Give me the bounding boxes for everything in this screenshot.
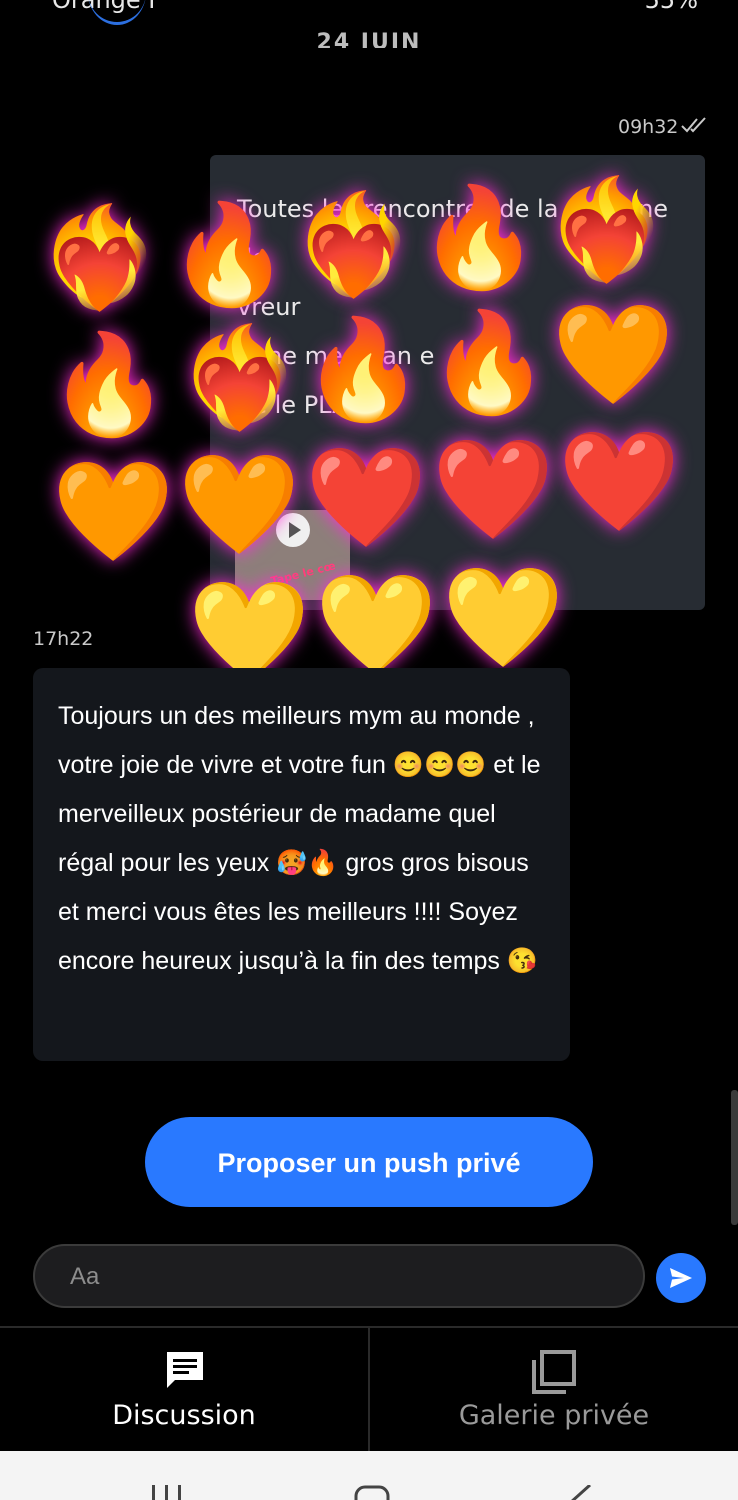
send-button[interactable] [656,1253,706,1303]
gallery-icon [532,1350,576,1394]
play-icon[interactable] [276,513,310,547]
orange-heart-emoji: 🧡 [52,455,175,569]
recent-apps-icon[interactable] [150,1485,184,1500]
back-icon[interactable] [560,1485,594,1500]
tab-discussion-label: Discussion [112,1400,256,1431]
incoming-message-bubble[interactable]: Toujours un des meilleurs mym au monde ,… [33,668,570,1061]
system-navigation-bar [0,1451,738,1500]
message-composer[interactable] [33,1244,645,1308]
outgoing-message-text: Toutes les rencontres de la semaine do v… [237,195,669,419]
double-check-icon [681,117,706,133]
message-time-outgoing: 09h32 [618,116,679,138]
avatar[interactable] [88,0,146,25]
chat-icon [167,1352,203,1388]
heart-on-fire-emoji: ❤️‍🔥 [38,201,161,315]
send-icon [670,1268,692,1288]
propose-private-push-button[interactable]: Proposer un push privé [145,1117,593,1207]
bottom-tab-bar: Discussion Galerie privée [0,1326,738,1453]
tab-private-gallery[interactable]: Galerie privée [370,1328,738,1453]
date-separator: 24 JUIN [316,30,422,48]
tab-private-gallery-label: Galerie privée [458,1400,650,1431]
incoming-message-text: Toujours un des meilleurs mym au monde ,… [58,702,541,975]
message-input[interactable] [68,1256,612,1298]
scrollbar[interactable] [731,1090,738,1225]
tab-discussion[interactable]: Discussion [0,1328,370,1453]
home-icon[interactable] [354,1485,390,1500]
outgoing-message-bubble[interactable]: Toutes les rencontres de la semaine do v… [210,155,705,610]
message-time-incoming: 17h22 [33,628,94,650]
fire-emoji: 🔥 [48,328,171,442]
battery-label: 55% [644,0,698,14]
